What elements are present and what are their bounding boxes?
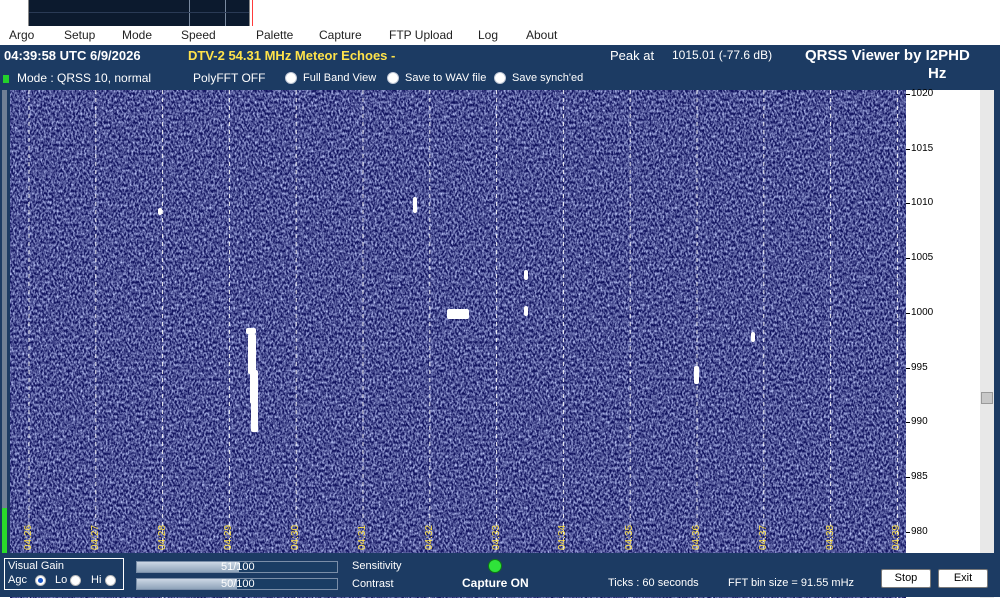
agc-radio[interactable] xyxy=(35,575,46,586)
menu-argo[interactable]: Argo xyxy=(9,28,34,42)
menu-log[interactable]: Log xyxy=(478,28,498,42)
agc-label: Agc xyxy=(8,574,27,586)
full-band-view-checkbox[interactable] xyxy=(285,72,297,84)
menu-bar: Argo Setup Mode Speed Palette Capture FT… xyxy=(0,26,1000,45)
time-tick-label: 04:30 xyxy=(290,524,302,550)
menu-mode[interactable]: Mode xyxy=(122,28,152,42)
noise-texture xyxy=(10,90,906,598)
meteor-echo-trace xyxy=(251,402,258,432)
station-title: DTV-2 54.31 MHz Meteor Echoes - xyxy=(188,48,396,63)
lo-label: Lo xyxy=(55,574,68,586)
menu-capture[interactable]: Capture xyxy=(319,28,362,42)
hi-label: Hi xyxy=(91,574,102,586)
menu-palette[interactable]: Palette xyxy=(256,28,293,42)
meteor-echo-trace xyxy=(250,370,258,404)
waterfall-display[interactable] xyxy=(10,90,906,598)
time-tick-label: 04:33 xyxy=(490,524,502,550)
time-tick-label: 04:29 xyxy=(223,524,235,550)
time-tick-label: 04:38 xyxy=(824,524,836,550)
meteor-echo-trace xyxy=(751,332,755,342)
background-red-line xyxy=(252,0,253,26)
time-tick-label: 04:28 xyxy=(156,524,168,550)
frequency-tick-label: 980 xyxy=(911,525,928,537)
meteor-echo-trace xyxy=(246,328,256,334)
status-led-icon xyxy=(3,75,9,83)
contrast-label: Contrast xyxy=(352,578,394,590)
time-tick-label: 04:39 xyxy=(891,524,903,550)
menu-speed[interactable]: Speed xyxy=(181,28,216,42)
capture-led-icon xyxy=(488,559,502,573)
lo-radio[interactable] xyxy=(70,575,81,586)
frequency-tick xyxy=(906,531,910,533)
utc-clock: 04:39:58 UTC 6/9/2026 xyxy=(4,48,141,63)
visual-gain-group: Visual Gain Agc Lo Hi xyxy=(4,558,124,590)
meteor-echo-trace xyxy=(413,197,417,213)
time-tick-label: 04:27 xyxy=(89,524,101,550)
menu-ftp-upload[interactable]: FTP Upload xyxy=(389,28,453,42)
polyfft-indicator: PolyFFT OFF xyxy=(193,71,266,85)
fft-bin-info: FFT bin size = 91.55 mHz xyxy=(728,577,855,589)
time-tick-label: 04:37 xyxy=(757,524,769,550)
frequency-tick xyxy=(906,203,910,205)
frequency-tick-label: 1010 xyxy=(911,197,934,209)
vertical-scrollbar[interactable] xyxy=(980,90,994,598)
exit-button[interactable]: Exit xyxy=(938,569,988,588)
frequency-tick xyxy=(906,422,910,424)
frequency-tick-label: 990 xyxy=(911,416,928,428)
contrast-value: 50/100 xyxy=(221,578,255,590)
frequency-tick xyxy=(906,367,910,369)
app-window: 04:39:58 UTC 6/9/2026 DTV-2 54.31 MHz Me… xyxy=(0,45,1000,598)
time-tick-label: 04:35 xyxy=(624,524,636,550)
app-title: QRSS Viewer by I2PHD xyxy=(805,47,970,64)
time-tick-label: 04:31 xyxy=(357,524,368,550)
frequency-tick xyxy=(906,476,910,478)
meteor-echo-trace xyxy=(524,306,528,316)
time-tick-label: 04:34 xyxy=(557,524,569,550)
menu-setup[interactable]: Setup xyxy=(64,28,95,42)
frequency-tick-label: 985 xyxy=(911,470,928,482)
scrollbar-thumb[interactable] xyxy=(981,392,993,404)
meteor-echo-trace xyxy=(694,366,699,384)
time-tick-label: 04:26 xyxy=(23,524,34,550)
control-panel: Visual Gain Agc Lo Hi 51/100 Sensitivity… xyxy=(0,553,1000,597)
full-band-view-label: Full Band View xyxy=(303,72,377,84)
save-wav-checkbox[interactable] xyxy=(387,72,399,84)
time-tick-label: 04:32 xyxy=(423,524,435,550)
frequency-tick-label: 995 xyxy=(911,361,928,373)
save-synched-label: Save synch'ed xyxy=(512,72,584,84)
frequency-tick-label: 1020 xyxy=(911,88,934,99)
sensitivity-label: Sensitivity xyxy=(352,560,402,572)
stop-button[interactable]: Stop xyxy=(881,569,931,588)
meteor-echo-trace xyxy=(158,208,162,215)
sensitivity-slider[interactable]: 51/100 xyxy=(136,561,338,573)
time-tick-label: 04:36 xyxy=(691,524,702,550)
menu-about[interactable]: About xyxy=(526,28,557,42)
peak-value: 1015.01 (-77.6 dB) xyxy=(672,48,773,62)
frequency-tick-label: 1005 xyxy=(911,252,934,264)
save-synched-checkbox[interactable] xyxy=(494,72,506,84)
frequency-tick-label: 1015 xyxy=(911,142,934,154)
frequency-unit: Hz xyxy=(928,65,947,82)
frequency-tick xyxy=(906,148,910,150)
mode-indicator: Mode : QRSS 10, normal xyxy=(17,71,152,85)
peak-label: Peak at xyxy=(610,48,655,63)
hi-radio[interactable] xyxy=(105,575,116,586)
background-window-fragment xyxy=(28,0,250,26)
meteor-echo-trace xyxy=(524,270,528,280)
frequency-tick xyxy=(906,258,910,260)
frequency-scale: 1020 1015 1010 1005 1000 995 990 985 980 xyxy=(906,88,980,598)
save-wav-label: Save to WAV file xyxy=(405,72,487,84)
visual-gain-title: Visual Gain xyxy=(8,560,65,572)
meteor-echo-trace xyxy=(248,334,256,374)
ticks-info: Ticks : 60 seconds xyxy=(608,577,699,589)
contrast-slider[interactable]: 50/100 xyxy=(136,578,338,590)
capture-status: Capture ON xyxy=(462,576,529,590)
sensitivity-value: 51/100 xyxy=(221,561,255,573)
frequency-tick-label: 1000 xyxy=(911,306,934,318)
frequency-tick xyxy=(906,94,910,95)
frequency-tick xyxy=(906,312,910,314)
meteor-echo-trace xyxy=(447,309,469,319)
